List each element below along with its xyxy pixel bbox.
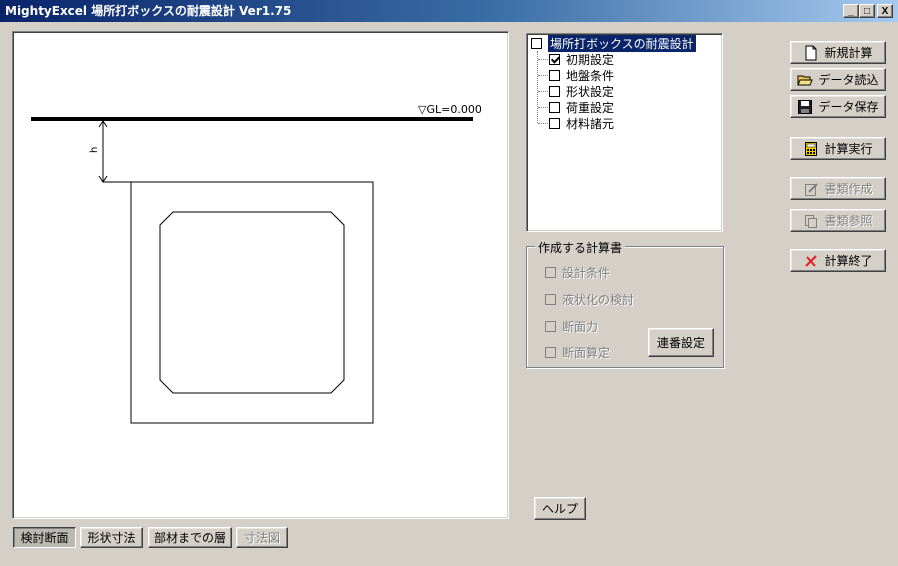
tree-item-checkbox[interactable]: [549, 53, 560, 65]
option-checkbox: [545, 267, 556, 278]
tree-connector: [537, 51, 549, 123]
tree-item-label: 地盤条件: [566, 68, 615, 83]
tab-section[interactable]: 検討断面: [13, 527, 76, 548]
create-docs-label: 書類作成: [824, 182, 873, 196]
option-section-calc: 断面算定: [545, 344, 610, 361]
tab-shape-dimensions[interactable]: 形状寸法: [80, 527, 143, 548]
section-drawing-panel: ▽GL=0.000 h: [12, 31, 509, 519]
tree-branch: [538, 59, 548, 60]
tree-branch: [538, 123, 548, 124]
tree-item-shape-settings[interactable]: 形状設定: [549, 83, 614, 99]
save-data-button[interactable]: データ保存: [790, 95, 886, 118]
tree-item-label: 材料諸元: [566, 116, 615, 131]
edit-document-icon: [805, 182, 819, 196]
tree-branch: [538, 107, 548, 108]
tree-item-initial-settings[interactable]: 初期設定: [549, 51, 614, 67]
tree-item-label: 初期設定: [566, 52, 615, 67]
load-data-button[interactable]: データ読込: [790, 68, 886, 91]
floppy-disk-icon: [798, 99, 813, 114]
tab-dimension-drawing: 寸法図: [236, 527, 288, 548]
new-calc-button[interactable]: 新規計算: [790, 41, 886, 64]
tab-layer-to-member[interactable]: 部材までの層: [148, 527, 232, 548]
section-drawing: ▽GL=0.000 h: [31, 103, 482, 424]
option-label: 設計条件: [562, 266, 611, 280]
tree-root-label: 場所打ボックスの耐震設計: [548, 34, 696, 52]
maximize-button[interactable]: □: [859, 4, 875, 18]
exit-calc-button[interactable]: 計算終了: [790, 249, 886, 272]
option-checkbox: [545, 347, 556, 358]
create-docs-button: 書類作成: [790, 177, 886, 200]
run-calc-label: 計算実行: [824, 142, 873, 156]
report-group-title: 作成する計算書: [535, 239, 626, 256]
documents-icon: [805, 214, 818, 228]
red-x-icon: [805, 254, 818, 267]
view-docs-button: 書類参照: [790, 209, 886, 232]
gl-label: ▽GL=0.000: [418, 103, 482, 116]
tree-item-load-settings[interactable]: 荷重設定: [549, 99, 614, 115]
option-checkbox: [545, 321, 556, 332]
title-bar: MightyExcel 場所打ボックスの耐震設計 Ver1.75: [0, 0, 898, 22]
tree-item-label: 荷重設定: [566, 100, 615, 115]
option-design-conditions: 設計条件: [545, 264, 610, 281]
folder-open-icon: [797, 75, 814, 85]
exit-calc-label: 計算終了: [824, 254, 873, 268]
tree-item-label: 形状設定: [566, 84, 615, 99]
dim-label-h: h: [89, 147, 100, 153]
tree-item-material-specs[interactable]: 材料諸元: [549, 115, 614, 131]
window-title: MightyExcel 場所打ボックスの耐震設計 Ver1.75: [5, 4, 292, 18]
help-button[interactable]: ヘルプ: [534, 497, 586, 520]
save-data-label: データ保存: [818, 100, 879, 114]
option-checkbox: [545, 294, 556, 305]
tree-branch: [538, 91, 548, 92]
tree-item-ground-conditions[interactable]: 地盤条件: [549, 67, 614, 83]
serial-number-button[interactable]: 連番設定: [648, 328, 714, 357]
new-file-icon: [805, 45, 817, 60]
load-data-label: データ読込: [818, 73, 879, 87]
option-label: 断面力: [562, 320, 599, 334]
tree-item-checkbox[interactable]: [549, 117, 560, 129]
new-calc-label: 新規計算: [824, 46, 873, 60]
calculator-icon: [805, 141, 818, 156]
option-label: 断面算定: [562, 346, 611, 360]
option-section-force: 断面力: [545, 318, 598, 335]
run-calc-button[interactable]: 計算実行: [790, 137, 886, 160]
option-liquefaction: 液状化の検討: [545, 291, 634, 308]
tree-item-checkbox[interactable]: [549, 101, 560, 113]
tree-branch: [538, 75, 548, 76]
tree-root-checkbox[interactable]: [531, 37, 542, 49]
minimize-button[interactable]: _: [843, 4, 859, 18]
tree-item-checkbox[interactable]: [549, 69, 560, 81]
option-label: 液状化の検討: [562, 293, 635, 307]
view-docs-label: 書類参照: [824, 214, 873, 228]
close-button[interactable]: X: [877, 4, 893, 18]
tree-item-checkbox[interactable]: [549, 85, 560, 97]
box-inner-haunch: [159, 211, 345, 394]
tree-root[interactable]: 場所打ボックスの耐震設計: [531, 34, 696, 52]
